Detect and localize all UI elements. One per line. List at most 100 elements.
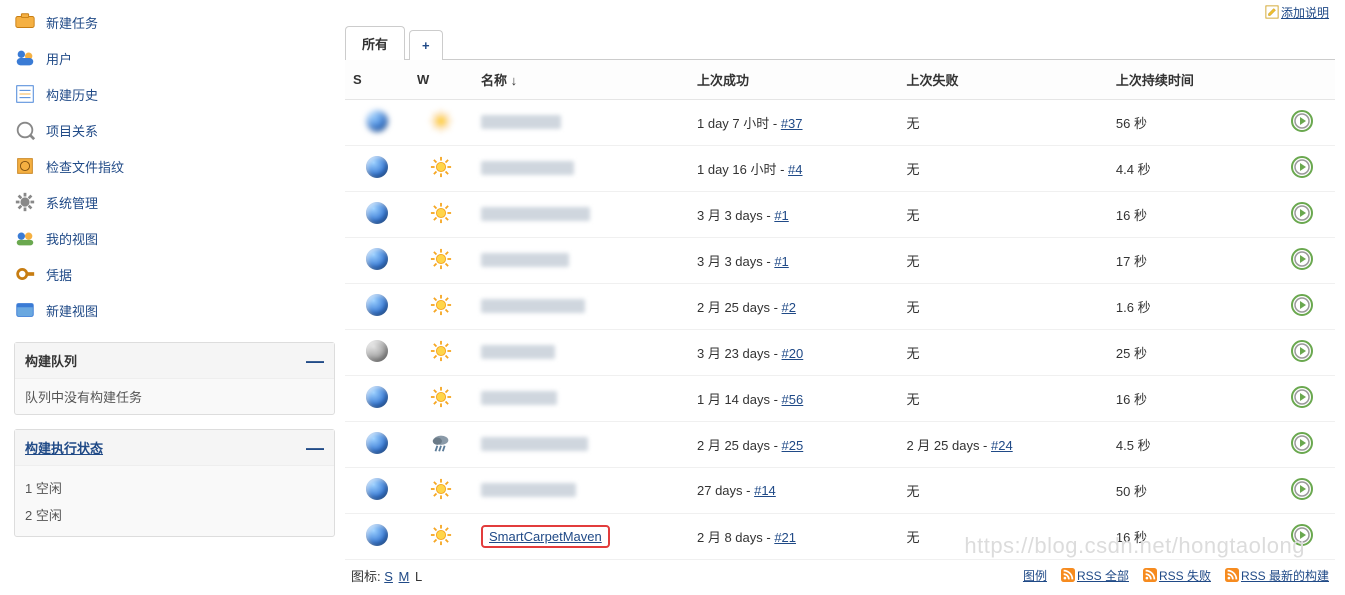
col-duration[interactable]: 上次持续时间 — [1108, 60, 1269, 100]
table-row: x1 月 14 days - #56无16 秒 — [345, 376, 1335, 422]
last-success-text: 2 月 25 days - — [697, 300, 782, 315]
rss-fail-link[interactable]: RSS 失败 — [1143, 567, 1211, 584]
executor-row: 1 空闲 — [25, 474, 324, 501]
schedule-build-button[interactable] — [1290, 523, 1314, 547]
duration-text: 56 秒 — [1116, 116, 1147, 131]
tab-all[interactable]: 所有 — [345, 26, 405, 60]
new-view-icon — [14, 299, 36, 321]
weather-icon — [430, 248, 452, 270]
schedule-build-button[interactable] — [1290, 293, 1314, 317]
last-success-build-link[interactable]: #1 — [774, 208, 788, 223]
last-success-build-link[interactable]: #21 — [774, 530, 796, 545]
weather-icon — [430, 524, 452, 546]
status-ball — [366, 294, 388, 316]
new-job-icon — [14, 11, 36, 33]
tab-add[interactable]: + — [409, 30, 443, 60]
sidebar-item-fingerprint[interactable]: 检查文件指纹 — [14, 148, 335, 184]
icon-size-s[interactable]: S — [384, 569, 393, 584]
duration-text: 17 秒 — [1116, 254, 1147, 269]
table-row: x3 月 3 days - #1无16 秒 — [345, 192, 1335, 238]
status-ball — [366, 386, 388, 408]
last-fail-text: 无 — [906, 208, 919, 223]
legend-link[interactable]: 图例 — [1023, 567, 1047, 584]
table-row: x3 月 3 days - #1无17 秒 — [345, 238, 1335, 284]
duration-text: 4.4 秒 — [1116, 162, 1151, 177]
sidebar-item-label: 系统管理 — [46, 193, 98, 212]
last-success-text: 1 day 7 小时 - — [697, 116, 781, 131]
sidebar-item-credentials[interactable]: 凭据 — [14, 256, 335, 292]
last-fail-text: 无 — [906, 346, 919, 361]
sidebar-item-label: 我的视图 — [46, 229, 98, 248]
last-success-build-link[interactable]: #14 — [754, 483, 776, 498]
jobs-tbody: x1 day 7 小时 - #37无56 秒x1 day 16 小时 - #4无… — [345, 100, 1335, 560]
schedule-build-button[interactable] — [1290, 109, 1314, 133]
job-name-redacted: x — [481, 391, 557, 405]
job-name-link[interactable]: SmartCarpetMaven — [489, 529, 602, 544]
schedule-build-button[interactable] — [1290, 247, 1314, 271]
sidebar-item-label: 凭据 — [46, 265, 72, 284]
sidebar-item-label: 检查文件指纹 — [46, 157, 124, 176]
executor-title[interactable]: 构建执行状态 — [25, 438, 103, 457]
col-build — [1269, 60, 1335, 100]
jobs-table: S W 名称 ↓ 上次成功 上次失败 上次持续时间 x1 day 7 小时 - … — [345, 60, 1335, 560]
weather-icon — [430, 156, 452, 178]
col-status[interactable]: S — [345, 60, 409, 100]
executor-row: 2 空闲 — [25, 501, 324, 528]
last-success-build-link[interactable]: #4 — [788, 162, 802, 177]
last-fail-text: 无 — [906, 162, 919, 177]
sidebar-item-relations[interactable]: 项目关系 — [14, 112, 335, 148]
last-success-text: 2 月 25 days - — [697, 438, 782, 453]
col-fail[interactable]: 上次失败 — [898, 60, 1107, 100]
sidebar-item-users[interactable]: 用户 — [14, 40, 335, 76]
last-success-build-link[interactable]: #20 — [782, 346, 804, 361]
schedule-build-button[interactable] — [1290, 385, 1314, 409]
status-ball — [366, 156, 388, 178]
sidebar-item-label: 新建视图 — [46, 301, 98, 320]
last-success-build-link[interactable]: #56 — [782, 392, 804, 407]
sidebar-item-my-views[interactable]: 我的视图 — [14, 220, 335, 256]
sidebar-item-new-job[interactable]: 新建任务 — [14, 4, 335, 40]
job-name-redacted: x — [481, 299, 585, 313]
icon-size-m[interactable]: M — [399, 569, 410, 584]
schedule-build-button[interactable] — [1290, 477, 1314, 501]
last-success-build-link[interactable]: #1 — [774, 254, 788, 269]
last-success-build-link[interactable]: #2 — [782, 300, 796, 315]
sidebar-item-history[interactable]: 构建历史 — [14, 76, 335, 112]
job-name-redacted: x — [481, 483, 576, 497]
sidebar-item-label: 用户 — [46, 49, 72, 68]
add-description-link[interactable]: 添加说明 — [1265, 6, 1329, 20]
sidebar-item-new-view[interactable]: 新建视图 — [14, 292, 335, 328]
history-icon — [14, 83, 36, 105]
col-success[interactable]: 上次成功 — [689, 60, 898, 100]
collapse-icon[interactable]: — — [306, 354, 324, 368]
build-queue-title: 构建队列 — [25, 351, 77, 370]
last-fail-build-link[interactable]: #24 — [991, 438, 1013, 453]
status-ball — [366, 432, 388, 454]
schedule-build-button[interactable] — [1290, 339, 1314, 363]
weather-icon — [430, 202, 452, 224]
schedule-build-button[interactable] — [1290, 431, 1314, 455]
rss-icon — [1143, 568, 1157, 582]
fingerprint-icon — [14, 155, 36, 177]
rss-icon — [1225, 568, 1239, 582]
last-fail-text: 无 — [906, 392, 919, 407]
last-success-build-link[interactable]: #25 — [782, 438, 804, 453]
schedule-build-button[interactable] — [1290, 155, 1314, 179]
col-name[interactable]: 名称 ↓ — [473, 60, 689, 100]
duration-text: 1.6 秒 — [1116, 300, 1151, 315]
duration-text: 16 秒 — [1116, 530, 1147, 545]
main: 添加说明 所有 + S W 名称 ↓ 上次成功 上次失败 上次持续时间 x 1 d… — [345, 0, 1345, 595]
sidebar: 新建任务用户构建历史项目关系检查文件指纹系统管理我的视图凭据新建视图 构建队列 … — [0, 0, 345, 595]
last-success-build-link[interactable]: #37 — [781, 116, 803, 131]
rss-all-link[interactable]: RSS 全部 — [1061, 567, 1129, 584]
schedule-build-button[interactable] — [1290, 201, 1314, 225]
rss-latest-link[interactable]: RSS 最新的构建 — [1225, 567, 1329, 584]
sidebar-item-manage[interactable]: 系统管理 — [14, 184, 335, 220]
relations-icon — [14, 119, 36, 141]
weather-icon — [430, 294, 452, 316]
build-queue-empty: 队列中没有构建任务 — [15, 379, 334, 414]
col-weather[interactable]: W — [409, 60, 473, 100]
last-fail-text: 无 — [906, 116, 919, 131]
collapse-icon[interactable]: — — [306, 441, 324, 455]
weather-icon — [430, 110, 452, 132]
